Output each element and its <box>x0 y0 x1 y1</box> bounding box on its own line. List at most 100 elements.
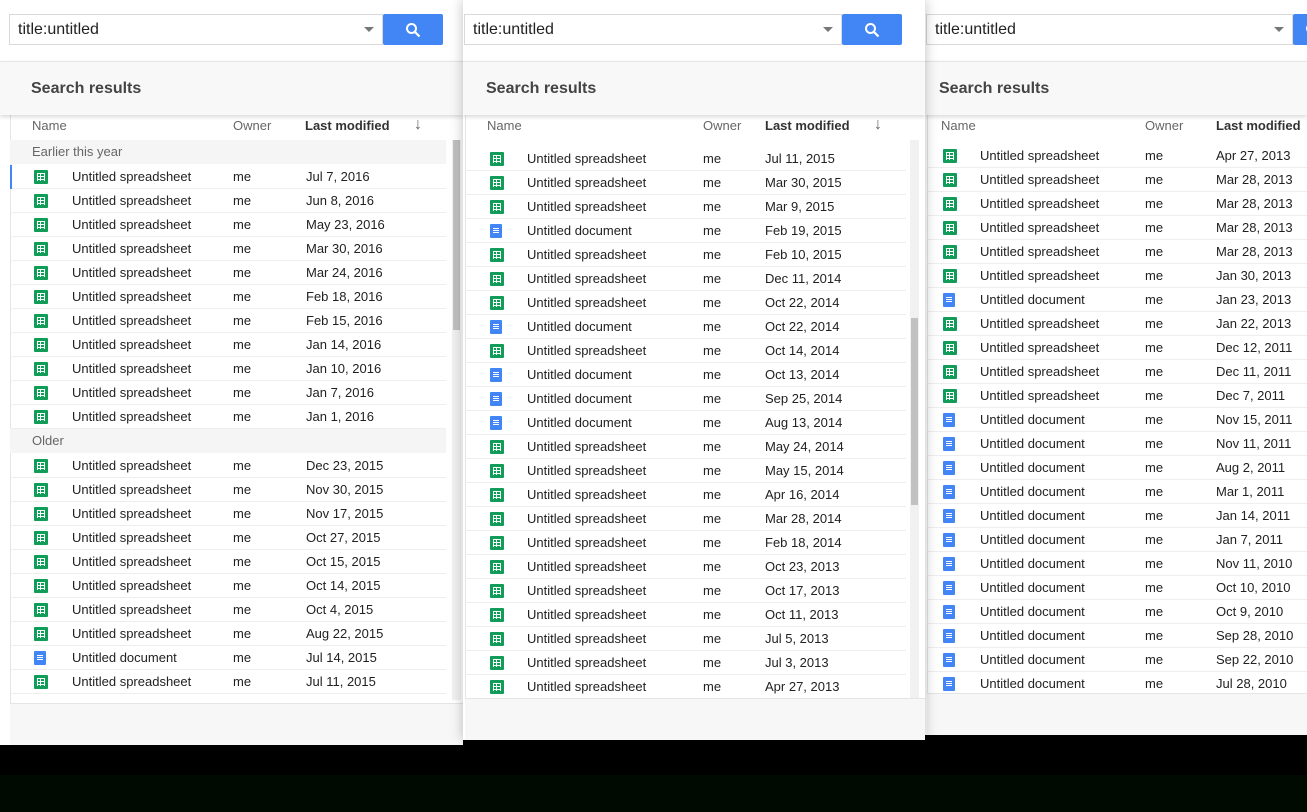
file-row[interactable]: Untitled spreadsheet me Jan 7, 2016 <box>10 381 446 405</box>
file-row[interactable]: Untitled spreadsheet me Feb 18, 2014 <box>465 531 906 555</box>
sort-arrow-down-icon[interactable]: ↓ <box>874 116 882 134</box>
dropdown-arrow-icon[interactable] <box>1274 27 1284 32</box>
file-last-modified: Jan 10, 2016 <box>306 361 382 376</box>
file-row[interactable]: Untitled spreadsheet me Mar 9, 2015 <box>465 195 906 219</box>
file-row[interactable]: Untitled spreadsheet me Dec 23, 2015 <box>10 454 446 478</box>
file-row[interactable]: Untitled document me Feb 19, 2015 <box>465 219 906 243</box>
file-row[interactable]: Untitled spreadsheet me Apr 27, 2013 <box>465 675 906 699</box>
file-row[interactable]: Untitled spreadsheet me Oct 11, 2013 <box>465 603 906 627</box>
search-input[interactable]: title:untitled <box>464 14 842 45</box>
file-row[interactable]: Untitled document me Jan 14, 2011 <box>927 504 1307 528</box>
column-name-header[interactable]: Name <box>941 118 976 133</box>
file-row[interactable]: Untitled spreadsheet me Mar 28, 2013 <box>927 240 1307 264</box>
file-row[interactable]: Untitled spreadsheet me Jan 22, 2013 <box>927 312 1307 336</box>
file-row[interactable]: Untitled spreadsheet me Mar 28, 2013 <box>927 168 1307 192</box>
scrollbar-thumb[interactable] <box>911 318 918 505</box>
file-row[interactable]: Untitled document me Aug 13, 2014 <box>465 411 906 435</box>
search-button[interactable] <box>1293 14 1307 45</box>
file-row[interactable]: Untitled spreadsheet me Oct 22, 2014 <box>465 291 906 315</box>
column-owner-header[interactable]: Owner <box>1145 118 1183 133</box>
dropdown-arrow-icon[interactable] <box>823 27 833 32</box>
file-name: Untitled spreadsheet <box>72 265 192 280</box>
file-row[interactable]: Untitled spreadsheet me Jan 1, 2016 <box>10 405 446 429</box>
column-last-modified-header[interactable]: Last modified <box>305 118 390 133</box>
file-owner: me <box>1145 628 1164 643</box>
file-row[interactable]: Untitled document me Oct 22, 2014 <box>465 315 906 339</box>
file-row[interactable]: Untitled spreadsheet me Jul 3, 2013 <box>465 651 906 675</box>
file-row[interactable]: Untitled document me Sep 28, 2010 <box>927 624 1307 648</box>
file-row[interactable]: Untitled spreadsheet me Apr 27, 2013 <box>927 144 1307 168</box>
file-owner: me <box>1145 580 1164 595</box>
file-row[interactable]: Untitled spreadsheet me Oct 14, 2015 <box>10 574 446 598</box>
file-row[interactable]: Untitled spreadsheet me Feb 15, 2016 <box>10 309 446 333</box>
file-row[interactable]: Untitled spreadsheet me Oct 27, 2015 <box>10 526 446 550</box>
file-row[interactable]: Untitled spreadsheet me Jan 14, 2016 <box>10 333 446 357</box>
scrollbar-thumb[interactable] <box>453 140 460 330</box>
column-owner-header[interactable]: Owner <box>703 118 741 133</box>
sort-arrow-down-icon[interactable]: ↓ <box>414 116 422 134</box>
file-row[interactable]: Untitled document me Nov 11, 2011 <box>927 432 1307 456</box>
file-row[interactable]: Untitled spreadsheet me May 24, 2014 <box>465 435 906 459</box>
file-row[interactable]: Untitled document me Mar 1, 2011 <box>927 480 1307 504</box>
file-owner: me <box>703 463 722 478</box>
file-row[interactable]: Untitled spreadsheet me Jul 5, 2013 <box>465 627 906 651</box>
search-button[interactable] <box>842 14 902 45</box>
file-row[interactable]: Untitled spreadsheet me Aug 22, 2015 <box>10 622 446 646</box>
file-row[interactable]: Untitled document me Oct 9, 2010 <box>927 600 1307 624</box>
file-row[interactable]: Untitled spreadsheet me Jul 11, 2015 <box>10 670 446 694</box>
file-row[interactable]: Untitled spreadsheet me Apr 16, 2014 <box>465 483 906 507</box>
file-row[interactable]: Untitled spreadsheet me May 23, 2016 <box>10 213 446 237</box>
file-name: Untitled document <box>980 508 1085 523</box>
file-row[interactable]: Untitled document me Oct 13, 2014 <box>465 363 906 387</box>
file-row[interactable]: Untitled spreadsheet me Mar 30, 2016 <box>10 237 446 261</box>
file-row[interactable]: Untitled document me Jan 23, 2013 <box>927 288 1307 312</box>
dropdown-arrow-icon[interactable] <box>364 27 374 32</box>
file-row[interactable]: Untitled document me Oct 10, 2010 <box>927 576 1307 600</box>
file-row[interactable]: Untitled spreadsheet me Dec 7, 2011 <box>927 384 1307 408</box>
file-row[interactable]: Untitled spreadsheet me Mar 28, 2013 <box>927 192 1307 216</box>
column-name-header[interactable]: Name <box>487 118 522 133</box>
file-row[interactable]: Untitled spreadsheet me Dec 11, 2014 <box>465 267 906 291</box>
file-row[interactable]: Untitled spreadsheet me Oct 4, 2015 <box>10 598 446 622</box>
file-row[interactable]: Untitled document me Aug 2, 2011 <box>927 456 1307 480</box>
file-last-modified: Feb 18, 2016 <box>306 289 383 304</box>
file-row[interactable]: Untitled spreadsheet me Oct 15, 2015 <box>10 550 446 574</box>
spreadsheet-icon <box>34 170 48 184</box>
search-input[interactable]: title:untitled <box>9 14 383 45</box>
selected-indicator <box>10 165 12 189</box>
file-row[interactable]: Untitled spreadsheet me Oct 14, 2014 <box>465 339 906 363</box>
file-last-modified: Mar 24, 2016 <box>306 265 383 280</box>
file-row[interactable]: Untitled spreadsheet me Jul 7, 2016 <box>10 165 446 189</box>
file-row[interactable]: Untitled spreadsheet me Mar 28, 2014 <box>465 507 906 531</box>
file-row[interactable]: Untitled spreadsheet me Feb 18, 2016 <box>10 285 446 309</box>
column-last-modified-header[interactable]: Last modified <box>765 118 850 133</box>
file-row[interactable]: Untitled spreadsheet me Oct 17, 2013 <box>465 579 906 603</box>
file-owner: me <box>1145 340 1164 355</box>
search-button[interactable] <box>383 14 443 45</box>
file-row[interactable]: Untitled spreadsheet me Mar 28, 2013 <box>927 216 1307 240</box>
file-row[interactable]: Untitled document me Sep 25, 2014 <box>465 387 906 411</box>
file-row[interactable]: Untitled spreadsheet me Oct 23, 2013 <box>465 555 906 579</box>
file-row[interactable]: Untitled document me Jan 7, 2011 <box>927 528 1307 552</box>
column-owner-header[interactable]: Owner <box>233 118 271 133</box>
file-row[interactable]: Untitled spreadsheet me Mar 30, 2015 <box>465 171 906 195</box>
file-name: Untitled spreadsheet <box>72 458 192 473</box>
column-name-header[interactable]: Name <box>32 118 67 133</box>
column-last-modified-header[interactable]: Last modified <box>1216 118 1301 133</box>
file-row[interactable]: Untitled spreadsheet me Jan 30, 2013 <box>927 264 1307 288</box>
file-row[interactable]: Untitled spreadsheet me Dec 11, 2011 <box>927 360 1307 384</box>
file-row[interactable]: Untitled spreadsheet me Jun 8, 2016 <box>10 189 446 213</box>
file-row[interactable]: Untitled document me Jul 14, 2015 <box>10 646 446 670</box>
search-input[interactable]: title:untitled <box>926 14 1293 45</box>
file-row[interactable]: Untitled document me Sep 22, 2010 <box>927 648 1307 672</box>
file-row[interactable]: Untitled document me Nov 11, 2010 <box>927 552 1307 576</box>
file-row[interactable]: Untitled spreadsheet me Mar 24, 2016 <box>10 261 446 285</box>
file-row[interactable]: Untitled spreadsheet me May 15, 2014 <box>465 459 906 483</box>
file-row[interactable]: Untitled spreadsheet me Feb 10, 2015 <box>465 243 906 267</box>
file-row[interactable]: Untitled document me Nov 15, 2011 <box>927 408 1307 432</box>
file-row[interactable]: Untitled spreadsheet me Dec 12, 2011 <box>927 336 1307 360</box>
file-row[interactable]: Untitled spreadsheet me Nov 17, 2015 <box>10 502 446 526</box>
file-row[interactable]: Untitled spreadsheet me Jan 10, 2016 <box>10 357 446 381</box>
file-row[interactable]: Untitled spreadsheet me Jul 11, 2015 <box>465 147 906 171</box>
file-row[interactable]: Untitled spreadsheet me Nov 30, 2015 <box>10 478 446 502</box>
